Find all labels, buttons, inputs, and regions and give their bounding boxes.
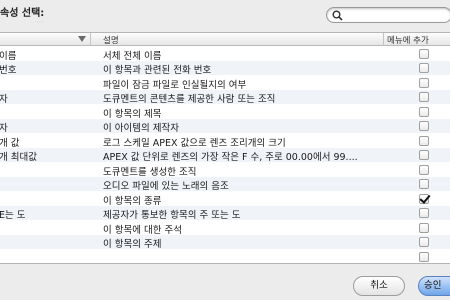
attribute-description: APEX 값 단위로 렌즈의 가장 작은 F 수, 주로 00.00에서 99.…: [103, 152, 358, 163]
attribute-name: 자: [0, 120, 8, 134]
add-to-menu-checkbox[interactable]: [419, 135, 429, 146]
add-to-menu-checkbox[interactable]: [419, 193, 429, 204]
attribute-description: 이 항목의 종류: [103, 195, 162, 207]
attribute-name: 자: [0, 91, 8, 105]
attributes-table[interactable]: 설명 메뉴에 추가 이름 서체 전체 이름번호 이 항목과 관련된 전화 번호파일이…: [0, 32, 450, 264]
table-header: 설명 메뉴에 추가: [0, 33, 450, 46]
add-to-menu-checkbox[interactable]: [419, 179, 429, 189]
add-to-menu-checkbox[interactable]: [419, 164, 429, 175]
add-to-menu-checkbox[interactable]: [419, 63, 429, 73]
table-row[interactable]: 개 값 로그 스케일 APEX 값으로 렌즈 조리개의 크기: [0, 133, 450, 149]
table-row[interactable]: 번호 이 항목과 관련된 전화 번호: [0, 60, 450, 76]
attribute-description: 제공자가 통보한 항목의 주 또는 도: [103, 210, 241, 221]
add-to-menu-checkbox[interactable]: [419, 77, 429, 88]
ok-button[interactable]: 승인: [418, 276, 450, 296]
attribute-name: E는 도: [0, 210, 26, 221]
add-to-menu-checkbox[interactable]: [419, 222, 429, 233]
attribute-description: 이 항목에 대한 주석: [103, 224, 182, 236]
add-to-menu-checkbox[interactable]: [419, 150, 429, 160]
add-to-menu-checkbox[interactable]: [419, 92, 429, 102]
table-row[interactable]: [0, 249, 450, 263]
add-to-menu-checkbox[interactable]: [419, 48, 429, 59]
faint-label: ···: [36, 18, 44, 27]
table-row[interactable]: 자 도큐멘트의 콘텐츠를 제공한 사람 또는 조직: [0, 89, 450, 105]
table-row[interactable]: E는 도 제공자가 통보한 항목의 주 또는 도: [0, 205, 450, 221]
table-row[interactable]: 이름 서체 전체 이름: [0, 46, 450, 62]
table-row[interactable]: 파일이 잠금 파일로 인실될지의 여부: [0, 75, 450, 91]
attribute-description: 오디오 파일에 있는 노래의 음조: [103, 181, 229, 192]
table-row[interactable]: 개 최대값 APEX 값 단위로 렌즈의 가장 작은 F 수, 주로 00.00에…: [0, 147, 450, 163]
sort-descending-icon: [78, 36, 86, 42]
table-row[interactable]: 이 항목에 대한 주석: [0, 220, 450, 236]
search-icon: [332, 10, 343, 21]
table-row[interactable]: 이 항목의 종류: [0, 191, 450, 207]
add-to-menu-checkbox[interactable]: [419, 106, 429, 117]
attribute-description: 이 아이템의 제작자: [103, 123, 179, 134]
table-row[interactable]: 오디오 파일에 있는 노래의 음조: [0, 176, 450, 192]
cancel-button[interactable]: 취소: [353, 276, 405, 296]
add-to-menu-checkbox[interactable]: [419, 121, 429, 131]
select-attributes-label: 속성 선택:: [0, 8, 45, 19]
attribute-description: 서체 전체 이름: [103, 50, 162, 62]
attribute-name: 이름: [0, 50, 17, 62]
add-to-menu-checkbox[interactable]: [419, 208, 429, 218]
attribute-description: 이 항목의 제목: [103, 108, 162, 120]
attribute-description: 도큐멘트를 생성한 조직: [103, 166, 197, 178]
attribute-description: 도큐멘트의 콘텐츠를 제공한 사람 또는 조직: [103, 94, 276, 105]
add-to-menu-checkbox[interactable]: [419, 251, 429, 262]
attribute-name: 번호: [0, 65, 17, 76]
attribute-name: 개 최대값: [0, 152, 37, 163]
table-row[interactable]: 이 항목의 주제: [0, 234, 450, 250]
search-field[interactable]: [326, 7, 450, 23]
attribute-description: 파일이 잠금 파일로 인실될지의 여부: [103, 79, 247, 91]
attribute-description: 이 항목과 관련된 전화 번호: [103, 65, 212, 76]
table-row[interactable]: 도큐멘트를 생성한 조직: [0, 162, 450, 178]
table-body: 이름 서체 전체 이름번호 이 항목과 관련된 전화 번호파일이 잠금 파일로 인실…: [0, 46, 450, 263]
column-header-description[interactable]: 설명: [103, 34, 119, 46]
attribute-description: 이 항목의 주제: [103, 239, 162, 250]
add-to-menu-checkbox[interactable]: [419, 237, 429, 247]
attribute-name: 개 값: [0, 137, 20, 149]
table-row[interactable]: 이 항목의 제목: [0, 104, 450, 120]
attribute-description: 로그 스케일 APEX 값으로 렌즈 조리개의 크기: [103, 137, 286, 149]
column-header-add-to-menu[interactable]: 메뉴에 추가: [383, 33, 429, 46]
table-row[interactable]: 자 이 아이템의 제작자: [0, 118, 450, 134]
